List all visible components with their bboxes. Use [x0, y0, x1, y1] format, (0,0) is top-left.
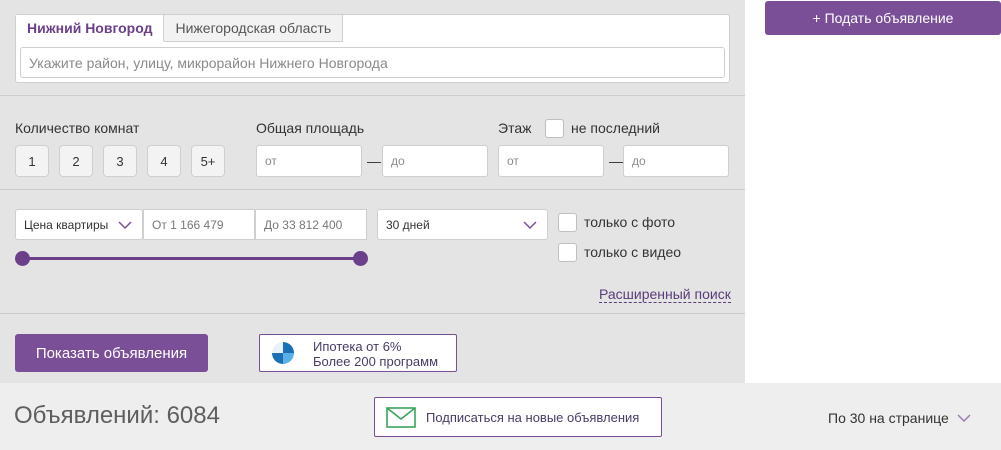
bank-logo-icon [272, 342, 294, 364]
chevron-down-icon [118, 221, 132, 230]
location-search-input[interactable] [20, 47, 725, 78]
subscribe-button[interactable]: Подписаться на новые объявления [374, 397, 662, 437]
photo-only-label: только с фото [584, 214, 676, 230]
video-only-checkbox[interactable] [558, 243, 577, 262]
search-filter-panel: Нижний Новгород Нижегородская область Ко… [0, 0, 745, 383]
mortgage-offer-button[interactable]: Ипотека от 6% Более 200 программ [259, 334, 457, 372]
price-to-input[interactable] [255, 209, 367, 240]
area-from-input[interactable] [256, 145, 362, 177]
envelope-icon [386, 407, 416, 428]
divider [0, 95, 745, 96]
price-slider-min-handle[interactable] [15, 251, 30, 266]
divider [0, 313, 745, 314]
photo-only-checkbox[interactable] [558, 213, 577, 232]
rooms-option-3[interactable]: 3 [103, 145, 137, 177]
price-slider-max-handle[interactable] [353, 251, 368, 266]
price-type-select[interactable]: Цена квартиры [15, 209, 143, 240]
results-bar: Объявлений: 6084 Подписаться на новые об… [0, 383, 1001, 450]
area-dash: — [367, 153, 381, 169]
post-ad-button[interactable]: + Подать объявление [765, 1, 1001, 35]
rooms-option-4[interactable]: 4 [147, 145, 181, 177]
video-only-label: только с видео [584, 244, 682, 260]
tab-city[interactable]: Нижний Новгород [16, 15, 165, 42]
per-page-select[interactable]: По 30 на странице [828, 410, 949, 426]
not-last-floor-checkbox[interactable] [545, 119, 564, 138]
rooms-option-1[interactable]: 1 [15, 145, 49, 177]
listings-count: Объявлений: 6084 [14, 402, 220, 429]
divider [0, 189, 745, 190]
period-value: 30 дней [386, 217, 430, 232]
floor-to-input[interactable] [623, 145, 729, 177]
chevron-down-icon[interactable] [957, 412, 971, 424]
price-type-value: Цена квартиры [24, 217, 109, 232]
price-from-input[interactable] [143, 209, 255, 240]
location-tabs: Нижний Новгород Нижегородская область [16, 15, 344, 42]
rooms-option-5plus[interactable]: 5+ [191, 145, 225, 177]
location-box: Нижний Новгород Нижегородская область [15, 14, 730, 83]
rooms-option-2[interactable]: 2 [59, 145, 93, 177]
not-last-floor-label: не последний [571, 120, 660, 136]
mortgage-programs-text: Более 200 программ [313, 354, 439, 369]
area-label: Общая площадь [256, 120, 365, 136]
floor-dash: — [609, 153, 623, 169]
chevron-down-icon [523, 221, 537, 230]
tab-region[interactable]: Нижегородская область [164, 15, 344, 42]
subscribe-label: Подписаться на новые объявления [426, 410, 640, 425]
period-select[interactable]: 30 дней [377, 209, 548, 240]
rooms-label: Количество комнат [15, 120, 140, 136]
mortgage-rate-text: Ипотека от 6% [313, 339, 402, 354]
price-slider-track[interactable] [22, 257, 360, 260]
advanced-search-link[interactable]: Расширенный поиск [599, 286, 731, 303]
show-listings-button[interactable]: Показать объявления [15, 334, 208, 372]
floor-label: Этаж [498, 120, 532, 136]
area-to-input[interactable] [382, 145, 488, 177]
right-column: + Подать объявление [745, 0, 1001, 383]
floor-from-input[interactable] [498, 145, 604, 177]
